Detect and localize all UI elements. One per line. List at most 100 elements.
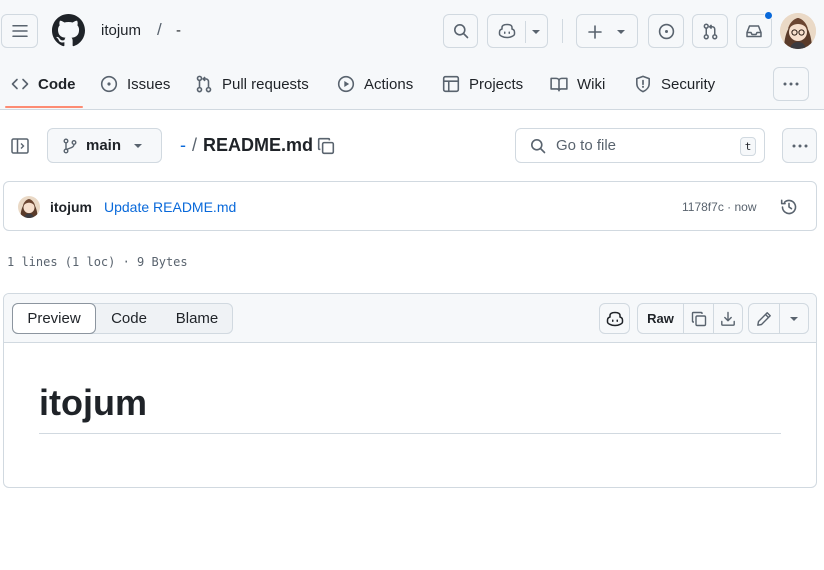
edit-options-dropdown[interactable] [779,304,808,333]
breadcrumb-separator: / [192,135,198,155]
copilot-icon [606,311,623,326]
copy-icon [317,137,335,155]
copilot-ask-button[interactable] [599,303,630,334]
copilot-cell [600,304,629,333]
issue-opened-icon [100,75,118,93]
commit-author-avatar[interactable] [18,196,40,218]
raw-button-label: Raw [647,311,674,326]
history-icon [780,199,797,215]
tab-projects[interactable]: Projects [442,66,523,102]
commit-message-link[interactable]: Update README.md [104,199,236,215]
history-button[interactable] [778,196,800,218]
repo-owner-link[interactable]: itojum [101,22,141,39]
create-new-button[interactable] [576,14,638,48]
commit-sha-time[interactable]: 1178f7c · now [682,200,757,214]
commit-author[interactable]: itojum [50,199,92,215]
book-icon [550,77,568,92]
github-logo-icon[interactable] [52,14,85,47]
latest-commit-box: itojum Update README.md 1178f7c · now [3,181,817,231]
tab-preview-label: Preview [27,310,81,327]
tab-wiki[interactable]: Wiki [550,66,605,102]
triangle-down-icon [134,143,143,148]
play-icon [337,75,355,93]
copy-path-button[interactable] [315,135,337,157]
git-pull-request-icon [196,75,212,93]
tab-blame[interactable]: Blame [162,304,232,333]
tab-preview[interactable]: Preview [12,303,96,334]
tab-code-label: Code [38,75,76,93]
tab-security-label: Security [661,75,716,93]
edit-file-group [748,303,809,334]
your-issues-button[interactable] [648,14,684,48]
repo-header: itojum / - Code Issues Pull requests Act… [0,0,824,110]
repo-name-link[interactable]: - [176,22,181,39]
search-icon [531,138,546,153]
hamburger-icon [11,25,28,37]
view-mode-switcher: Preview Code Blame [12,303,233,334]
tab-wiki-label: Wiki [577,75,606,93]
git-pull-request-icon [703,23,717,39]
tab-projects-label: Projects [469,75,524,93]
sidebar-toggle-button[interactable] [9,136,31,156]
avatar-image [780,13,816,49]
raw-button[interactable]: Raw [638,304,683,333]
copilot-menu-button[interactable] [487,14,548,48]
heading-divider [39,433,781,434]
breadcrumb-repo-link[interactable]: - [180,135,186,156]
kebab-horizontal-icon [792,144,807,147]
tab-blame-label: Blame [175,310,219,327]
tab-issues-label: Issues [127,75,171,93]
tab-pull-requests-label: Pull requests [222,75,309,93]
pencil-icon [757,311,771,326]
your-pull-requests-button[interactable] [692,14,728,48]
readme-heading: itojum [39,382,147,423]
copilot-icon [498,23,516,39]
kebab-horizontal-icon [783,82,799,86]
triangle-down-icon [790,316,798,321]
branch-name: main [86,137,122,154]
copy-icon [691,311,706,326]
file-viewer: Preview Code Blame Raw itojum [3,293,817,488]
code-icon [11,78,29,90]
edit-file-button[interactable] [749,304,779,333]
more-tabs-button[interactable] [773,67,809,101]
file-meta-info: 1 lines (1 loc) · 9 Bytes [7,255,188,269]
search-icon [453,24,468,39]
user-avatar[interactable] [780,13,816,49]
plus-icon [588,25,602,39]
menu-button[interactable] [1,14,38,48]
header-divider [562,19,563,43]
tab-actions[interactable]: Actions [337,66,413,102]
inbox-icon [746,25,762,38]
tab-code-view-label: Code [111,310,147,327]
tab-code[interactable]: Code [11,66,76,102]
more-file-actions-button[interactable] [782,128,817,163]
issue-opened-icon [658,23,674,39]
breadcrumb: - / README.md [180,135,313,156]
branch-selector-button[interactable]: main [47,128,162,163]
repo-path-separator: / [157,20,162,39]
tab-pull-requests[interactable]: Pull requests [195,66,309,102]
download-raw-button[interactable] [713,304,742,333]
go-to-file-input[interactable] [556,137,726,154]
tab-code-view[interactable]: Code [96,304,162,333]
table-icon [442,75,460,93]
sidebar-expand-icon [11,138,29,154]
download-icon [721,311,735,326]
copy-raw-button[interactable] [683,304,713,333]
triangle-down-icon [617,30,625,34]
file-viewer-header: Preview Code Blame Raw [4,294,816,343]
button-divider [525,21,526,43]
keyboard-shortcut-hint: t [740,137,756,156]
search-button[interactable] [443,14,478,48]
go-to-file-search[interactable]: t [515,128,765,163]
avatar-image [18,196,40,218]
tab-security[interactable]: Security [634,66,715,102]
shield-icon [636,75,650,93]
tab-issues[interactable]: Issues [100,66,170,102]
raw-copy-download-group: Raw [637,303,743,334]
breadcrumb-file-name: README.md [203,135,314,155]
git-branch-icon [63,138,77,153]
unread-notification-dot [764,11,773,20]
tab-actions-label: Actions [364,75,414,93]
